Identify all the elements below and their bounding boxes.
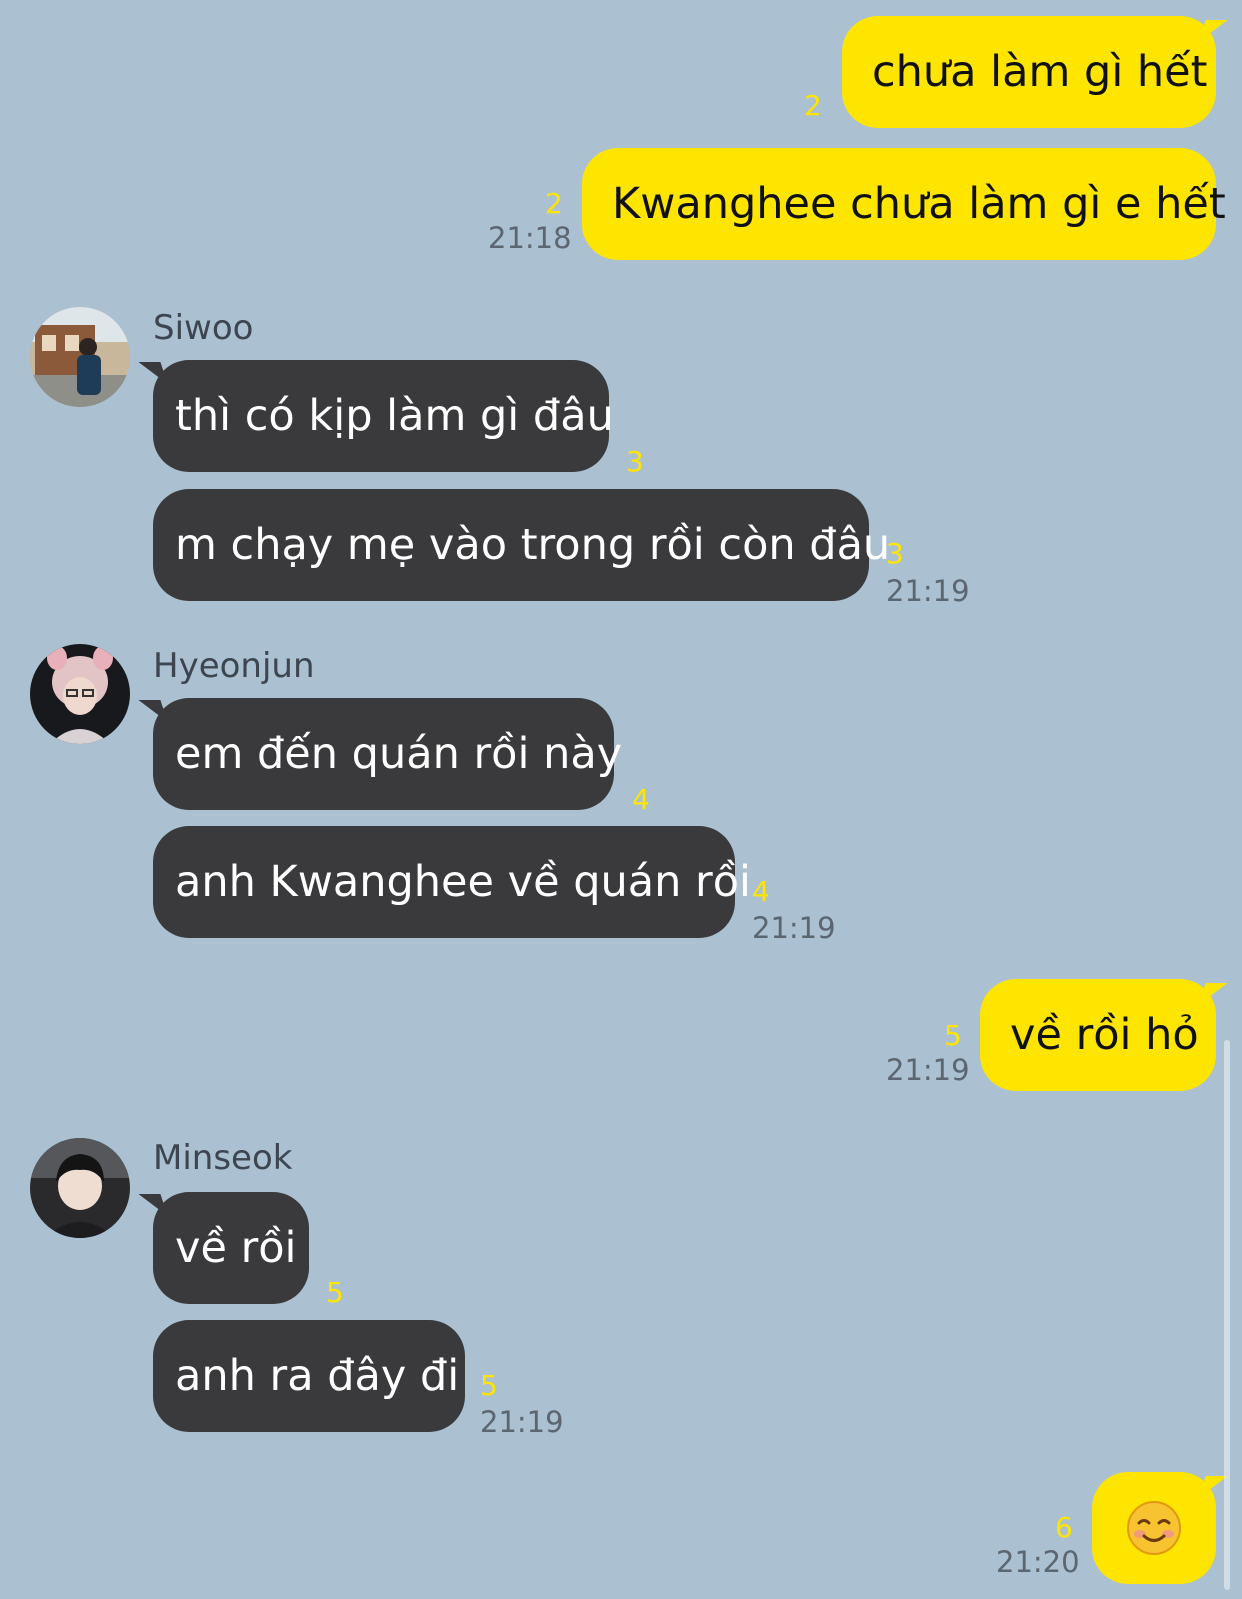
- unread-count: 5: [480, 1369, 498, 1402]
- my-message-bubble[interactable]: Kwanghee chưa làm gì e hết: [582, 148, 1226, 260]
- unread-count: 3: [626, 445, 644, 478]
- profile-photo-icon: [30, 307, 130, 407]
- profile-photo-icon: [30, 1138, 130, 1238]
- unread-count: 2: [804, 89, 822, 122]
- message-text: anh ra đây đi: [175, 1351, 460, 1401]
- message-timestamp: 21:20: [996, 1545, 1080, 1579]
- message-timestamp: 21:19: [752, 911, 836, 945]
- received-message-bubble[interactable]: anh Kwanghee về quán rồi: [153, 826, 751, 938]
- unread-count: 2: [545, 187, 563, 220]
- sender-name: Siwoo: [153, 308, 254, 348]
- received-message-bubble[interactable]: m chạy mẹ vào trong rồi còn đâu: [153, 489, 890, 601]
- received-message-bubble[interactable]: anh ra đây đi: [153, 1320, 465, 1432]
- avatar-hyeonjun[interactable]: [30, 644, 130, 744]
- received-message-bubble[interactable]: về rồi: [153, 1192, 309, 1304]
- message-timestamp: 21:19: [480, 1405, 564, 1439]
- message-text: về rồi hỏ: [1010, 1010, 1199, 1060]
- unread-count: 5: [326, 1276, 344, 1309]
- avatar-minseok[interactable]: [30, 1138, 130, 1238]
- avatar-siwoo[interactable]: [30, 307, 130, 407]
- message-timestamp: 21:18: [488, 221, 572, 255]
- message-text: thì có kịp làm gì đâu: [175, 391, 614, 441]
- unread-count: 3: [886, 537, 904, 570]
- scrollbar[interactable]: [1224, 1040, 1230, 1590]
- my-emoji-bubble[interactable]: [1092, 1472, 1216, 1584]
- message-text: anh Kwanghee về quán rồi: [175, 857, 751, 907]
- message-text: m chạy mẹ vào trong rồi còn đâu: [175, 520, 891, 570]
- unread-count: 4: [632, 783, 650, 816]
- sender-name: Hyeonjun: [153, 646, 315, 686]
- message-timestamp: 21:19: [886, 1053, 970, 1087]
- received-message-bubble[interactable]: thì có kịp làm gì đâu: [153, 360, 614, 472]
- profile-photo-icon: [30, 644, 130, 744]
- smiling-face-emoji-icon: [1127, 1501, 1181, 1555]
- unread-count: 6: [1055, 1511, 1073, 1544]
- unread-count: 4: [752, 875, 770, 908]
- my-message-bubble[interactable]: về rồi hỏ: [980, 979, 1216, 1091]
- received-message-bubble[interactable]: em đến quán rồi này: [153, 698, 622, 810]
- message-text: em đến quán rồi này: [175, 729, 623, 779]
- message-text: chưa làm gì hết: [872, 47, 1208, 97]
- message-text: về rồi: [175, 1223, 297, 1273]
- sender-name: Minseok: [153, 1138, 293, 1178]
- message-timestamp: 21:19: [886, 574, 970, 608]
- my-message-bubble[interactable]: chưa làm gì hết: [842, 16, 1216, 128]
- message-text: Kwanghee chưa làm gì e hết: [612, 179, 1226, 229]
- unread-count: 5: [944, 1019, 962, 1052]
